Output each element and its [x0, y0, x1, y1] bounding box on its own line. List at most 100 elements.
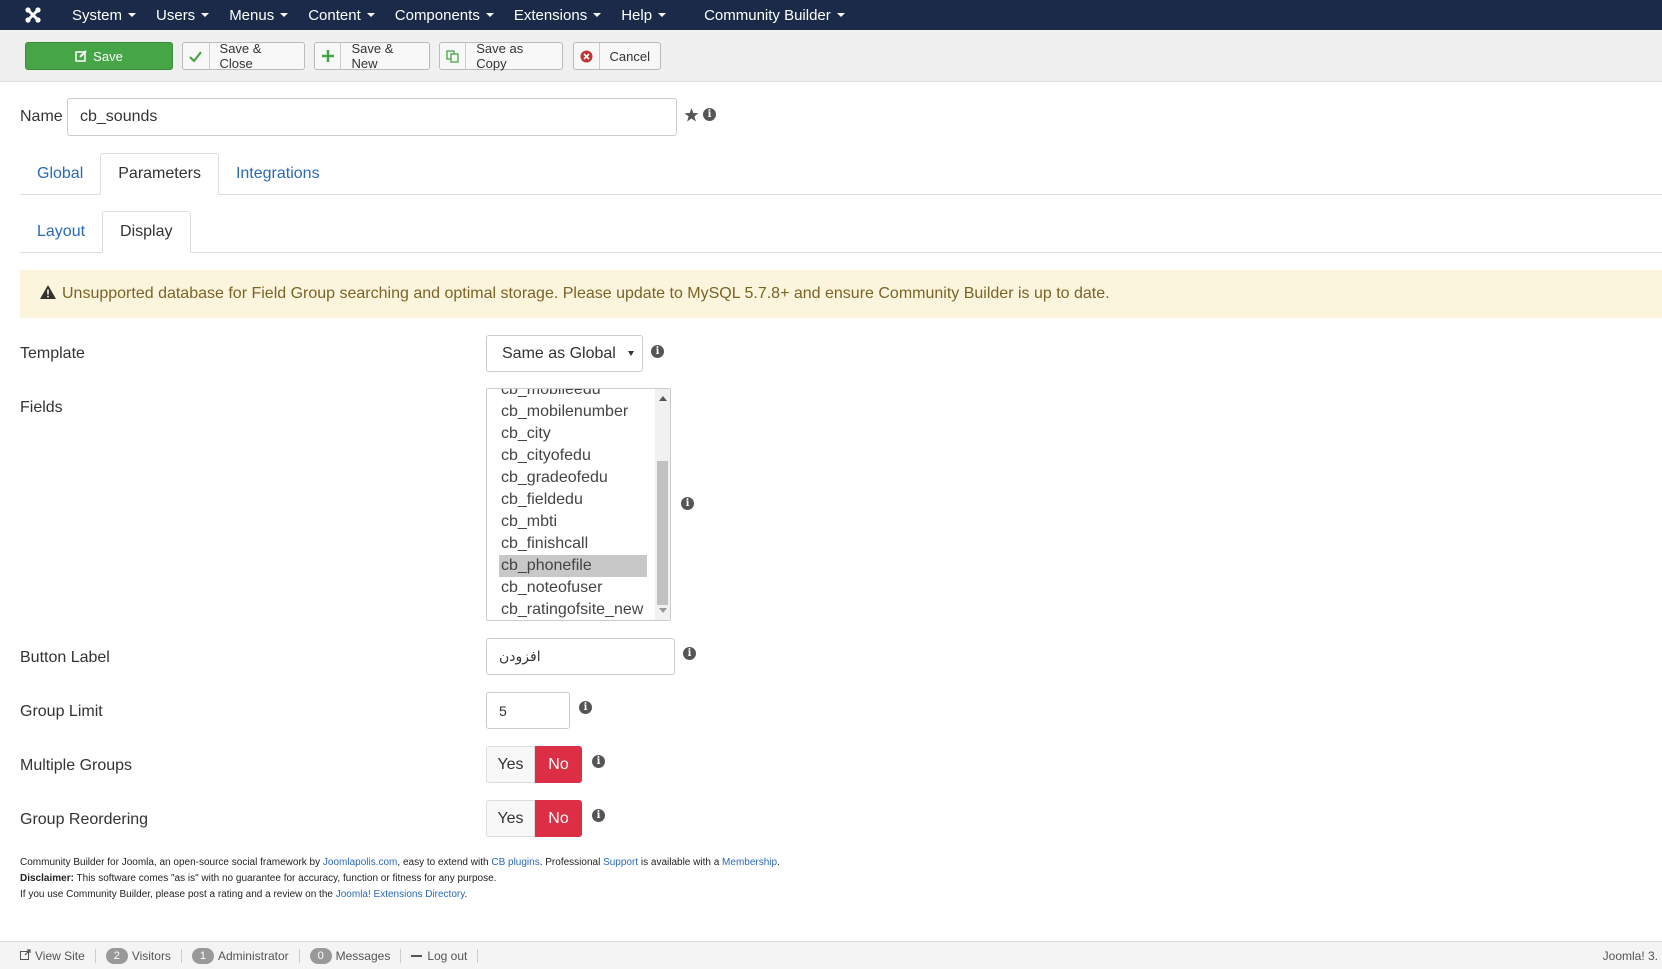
minus-icon	[411, 954, 423, 957]
cancel-icon	[574, 43, 600, 69]
warning-text: Unsupported database for Field Group sea…	[62, 285, 1110, 302]
credits-text: , easy to extend with	[397, 857, 492, 868]
menu-label: Components	[394, 6, 480, 24]
multiple-groups-toggle: Yes No	[486, 746, 582, 783]
joomla-version: Joomla! 3.	[1602, 949, 1658, 963]
credits: Community Builder for Joomla, an open-so…	[20, 855, 780, 903]
warning-icon	[40, 284, 56, 304]
credits-text: .	[777, 857, 780, 868]
logout-label: Log out	[427, 948, 468, 963]
edit-icon	[75, 43, 87, 69]
scroll-thumb[interactable]	[657, 461, 668, 605]
menu-label: Extensions	[513, 6, 588, 24]
fields-multiselect[interactable]: cb_mobileedu cb_mobilenumber cb_city cb_cit…	[486, 388, 671, 621]
field-option[interactable]: cb_noteofuser	[499, 577, 647, 599]
multiple-groups-label: Multiple Groups	[20, 757, 133, 774]
toolbar: Save Save & Close Save & New Save as Cop…	[0, 30, 1662, 82]
external-link-icon	[20, 948, 31, 963]
view-site-label: View Site	[35, 948, 85, 963]
group-reordering-yes[interactable]: Yes	[486, 800, 535, 837]
messages-item[interactable]: 0 Messages	[300, 947, 402, 964]
save-new-button[interactable]: Save & New	[314, 41, 430, 71]
tab-display[interactable]: Display	[102, 211, 191, 253]
group-reordering-info-icon[interactable]: i	[592, 809, 605, 822]
menu-community-builder[interactable]: Community Builder	[694, 0, 855, 30]
field-option[interactable]: cb_cityofedu	[499, 445, 647, 467]
caret-down-icon	[593, 13, 602, 17]
multiple-groups-info-icon[interactable]: i	[592, 755, 605, 768]
template-info-icon[interactable]: i	[651, 345, 664, 358]
star-icon	[684, 108, 699, 126]
menu-help[interactable]: Help	[611, 0, 676, 30]
caret-down-icon	[201, 13, 210, 17]
tab-global[interactable]: Global	[20, 153, 100, 195]
field-option[interactable]: cb_fieldedu	[499, 489, 647, 511]
field-option[interactable]: cb_gradeofedu	[499, 467, 647, 489]
group-reordering-no[interactable]: No	[535, 800, 582, 837]
save-copy-button[interactable]: Save as Copy	[439, 41, 563, 71]
tab-layout[interactable]: Layout	[20, 211, 102, 253]
credits-line-1: Community Builder for Joomla, an open-so…	[20, 855, 780, 871]
tab-integrations[interactable]: Integrations	[219, 153, 337, 195]
menu-users[interactable]: Users	[146, 0, 219, 30]
button-label-info-icon[interactable]: i	[683, 647, 696, 660]
credits-line-2: Disclaimer: This software comes "as is" …	[20, 871, 780, 887]
caret-down-icon	[485, 13, 494, 17]
view-site-link[interactable]: View Site	[10, 948, 96, 963]
template-select[interactable]: Same as Global	[486, 335, 643, 372]
jed-link[interactable]: Joomla! Extensions Directory	[336, 889, 465, 900]
messages-badge: 0	[309, 947, 332, 964]
button-label-label: Button Label	[20, 649, 110, 666]
cancel-button[interactable]: Cancel	[573, 42, 661, 70]
multiple-groups-no[interactable]: No	[535, 746, 582, 783]
menu-menus[interactable]: Menus	[219, 0, 298, 30]
menu-extensions[interactable]: Extensions	[504, 0, 611, 30]
joomlapolis-link[interactable]: Joomlapolis.com	[323, 857, 397, 868]
credits-text: If you use Community Builder, please pos…	[20, 889, 336, 900]
scroll-down-icon[interactable]	[659, 608, 667, 613]
disclaimer-text: This software comes "as is" with no guar…	[73, 873, 497, 884]
template-value: Same as Global	[502, 344, 616, 362]
caret-down-icon	[836, 13, 845, 17]
info-icon[interactable]: i	[703, 108, 716, 121]
menu-system[interactable]: System	[62, 0, 146, 30]
main-tabs: Global Parameters Integrations	[20, 153, 1662, 195]
logout-link[interactable]: Log out	[401, 948, 479, 963]
visitors-item[interactable]: 2 Visitors	[96, 947, 182, 964]
visitors-badge: 2	[105, 947, 128, 964]
menu-content[interactable]: Content	[298, 0, 385, 30]
cb-plugins-link[interactable]: CB plugins	[491, 857, 539, 868]
save-label: Save	[93, 48, 123, 64]
menu-components[interactable]: Components	[385, 0, 504, 30]
save-close-button[interactable]: Save & Close	[182, 41, 305, 71]
visitors-label: Visitors	[131, 948, 171, 963]
name-label: Name	[20, 108, 63, 125]
tab-parameters[interactable]: Parameters	[100, 153, 219, 195]
fields-options: cb_mobileedu cb_mobilenumber cb_city cb_cit…	[499, 389, 647, 620]
field-option[interactable]: cb_mobileedu	[499, 389, 647, 401]
support-link[interactable]: Support	[603, 857, 638, 868]
button-label-input[interactable]: افزودن	[486, 638, 675, 675]
menu-label: Users	[156, 6, 196, 24]
field-option[interactable]: cb_phonefile	[499, 555, 647, 577]
multiple-groups-yes[interactable]: Yes	[486, 746, 535, 783]
field-option[interactable]: cb_finishcall	[499, 533, 647, 555]
disclaimer-label: Disclaimer:	[20, 873, 74, 884]
fields-info-icon[interactable]: i	[681, 497, 694, 510]
save-button[interactable]: Save	[25, 42, 173, 70]
field-option[interactable]: cb_city	[499, 423, 647, 445]
name-input[interactable]: cb_sounds	[67, 98, 677, 136]
fields-label: Fields	[20, 399, 63, 416]
membership-link[interactable]: Membership	[722, 857, 777, 868]
scroll-up-icon[interactable]	[659, 396, 667, 401]
field-option[interactable]: cb_ratingofsite_new	[499, 599, 647, 620]
joomla-logo-icon[interactable]	[18, 0, 48, 30]
fields-scrollbar[interactable]	[655, 389, 670, 620]
plus-icon	[315, 43, 342, 69]
administrator-item[interactable]: 1 Administrator	[182, 947, 300, 964]
group-limit-info-icon[interactable]: i	[579, 701, 592, 714]
group-limit-input[interactable]: 5	[486, 692, 570, 729]
field-option[interactable]: cb_mbti	[499, 511, 647, 533]
admin-menubar: System Users Menus Content Components Ex…	[0, 0, 1662, 30]
field-option[interactable]: cb_mobilenumber	[499, 401, 647, 423]
